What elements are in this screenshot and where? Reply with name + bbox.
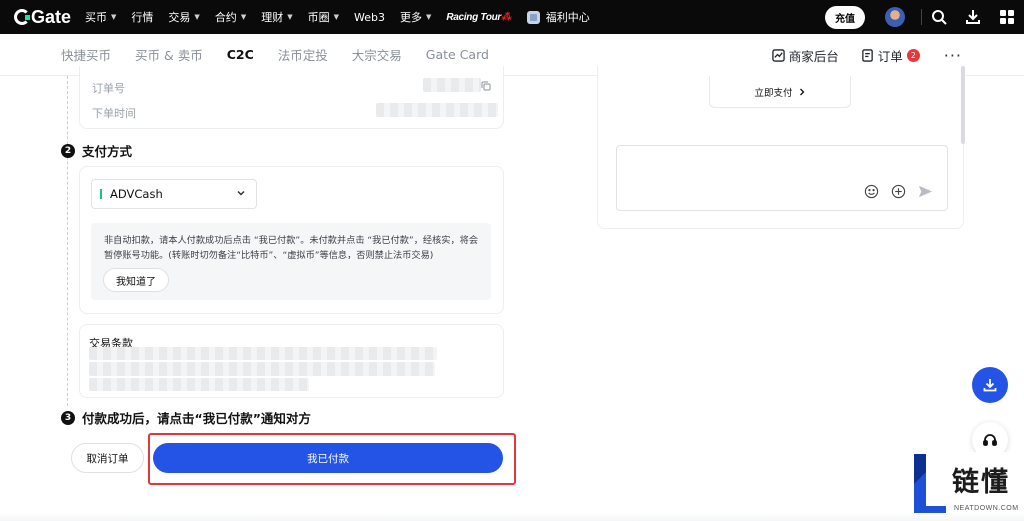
logo-text: Gate bbox=[31, 6, 72, 27]
welfare-label: 福利中心 bbox=[545, 11, 590, 24]
top-navbar: Gate 买币 ▼ 行情 交易 ▼ 合约 ▼ 理财 ▼ 币圈 ▼ Web3 更多 ▼ Rac… bbox=[0, 0, 1024, 34]
menu-label: 合约 bbox=[214, 11, 237, 24]
highlight-annotation bbox=[148, 433, 516, 485]
top-right-actions: 充值 bbox=[825, 0, 1024, 34]
tab-fiat-dca[interactable]: 法币定投 bbox=[278, 45, 328, 64]
payment-notice-text: 非自动扣款，请本人付款成功后点击 “我已付款”。未付款并点击 “我已付款”，经核… bbox=[104, 235, 479, 261]
menu-label: 更多 bbox=[399, 11, 422, 24]
tab-buy-sell[interactable]: 买币 & 卖币 bbox=[135, 45, 203, 64]
pay-now-button[interactable]: 立即支付 bbox=[709, 76, 851, 108]
menu-markets[interactable]: 行情 bbox=[131, 9, 153, 25]
watermark-l-icon bbox=[914, 454, 946, 518]
watermark-english-text: NEATDOWN.COM bbox=[954, 505, 1019, 512]
step2-number: 2 bbox=[61, 143, 75, 158]
floating-download-button[interactable] bbox=[972, 367, 1008, 403]
order-page: 订单号 下单时间 2 支付方式 ADVCash 非自动扣款，请本人付款成功后点击… bbox=[0, 66, 1024, 521]
chat-message-input[interactable] bbox=[616, 145, 948, 211]
merchant-backend-link[interactable]: 商家后台 bbox=[771, 46, 839, 65]
chevron-down-icon: ▼ bbox=[333, 13, 339, 21]
payment-method-card: ADVCash 非自动扣款，请本人付款成功后点击 “我已付款”。未付款并点击 “… bbox=[79, 166, 504, 314]
cancel-order-button[interactable]: 取消订单 bbox=[71, 443, 144, 473]
chart-icon bbox=[771, 48, 785, 62]
tab-c2c[interactable]: C2C bbox=[227, 47, 254, 62]
orders-count-badge: 2 bbox=[906, 48, 920, 62]
chevron-down-icon: ▼ bbox=[240, 13, 247, 21]
welfare-center-link[interactable]: 福利中心 bbox=[526, 9, 590, 25]
menu-futures[interactable]: 合约 ▼ bbox=[215, 9, 246, 25]
menu-label: 行情 bbox=[131, 11, 154, 24]
chat-scrollbar[interactable] bbox=[961, 66, 965, 144]
step2-title: 支付方式 bbox=[82, 144, 133, 159]
main-menu: 买币 ▼ 行情 交易 ▼ 合约 ▼ 理财 ▼ 币圈 ▼ Web3 更多 ▼ Racing T… bbox=[85, 0, 590, 34]
racing-tour-label: Racing Tour bbox=[446, 11, 502, 23]
gate-logo-icon bbox=[14, 9, 30, 25]
terms-text-redacted bbox=[89, 378, 309, 391]
step2-header: 2 支付方式 bbox=[61, 141, 132, 160]
bottom-edge bbox=[0, 513, 1024, 521]
menu-trade[interactable]: 交易 ▼ bbox=[168, 9, 199, 25]
terms-text-redacted bbox=[89, 347, 437, 360]
tab-gate-card[interactable]: Gate Card bbox=[426, 47, 489, 62]
pay-now-label: 立即支付 bbox=[754, 87, 793, 99]
orders-label: 订单 bbox=[877, 48, 903, 64]
chevron-down-icon: ▼ bbox=[194, 13, 200, 21]
step3-number: 3 bbox=[61, 410, 75, 425]
merchant-label: 商家后台 bbox=[788, 48, 839, 64]
add-attachment-icon[interactable] bbox=[891, 184, 906, 199]
tab-quick-buy[interactable]: 快捷买币 bbox=[61, 45, 111, 64]
search-icon[interactable] bbox=[922, 0, 956, 34]
order-time-value-redacted bbox=[376, 103, 498, 117]
deposit-button[interactable]: 充值 bbox=[825, 5, 865, 29]
checkered-flag-icon: ⁂ bbox=[501, 11, 511, 23]
more-options-icon[interactable]: ··· bbox=[944, 46, 962, 65]
chevron-down-icon: ▼ bbox=[111, 13, 117, 21]
send-icon[interactable] bbox=[918, 184, 933, 199]
menu-community[interactable]: 币圈 ▼ bbox=[308, 9, 339, 25]
menu-earn[interactable]: 理财 ▼ bbox=[261, 9, 292, 25]
payment-notice: 非自动扣款，请本人付款成功后点击 “我已付款”。未付款并点击 “我已付款”，经核… bbox=[91, 223, 491, 300]
order-info-card: 订单号 下单时间 bbox=[79, 66, 504, 129]
chevron-down-icon: ▼ bbox=[287, 13, 293, 21]
menu-label: 币圈 bbox=[307, 11, 330, 24]
menu-more[interactable]: 更多 ▼ bbox=[400, 9, 431, 25]
menu-buy-crypto[interactable]: 买币 ▼ bbox=[85, 9, 116, 25]
menu-label: Web3 bbox=[353, 10, 385, 24]
download-icon bbox=[983, 379, 997, 392]
order-no-value-redacted bbox=[423, 78, 481, 92]
step3-title: 付款成功后，请点击“我已付款”通知对方 bbox=[82, 411, 311, 426]
step-connector bbox=[67, 76, 68, 406]
orders-link[interactable]: 订单 2 bbox=[861, 46, 920, 65]
tab-block-trade[interactable]: 大宗交易 bbox=[352, 45, 402, 64]
document-icon bbox=[861, 48, 873, 62]
order-no-label: 订单号 bbox=[92, 82, 125, 95]
trade-terms-card: 交易条款 bbox=[79, 324, 504, 398]
method-color-bar bbox=[100, 189, 102, 199]
watermark-chinese-text: 链懂 bbox=[952, 467, 1010, 498]
grid-icon[interactable] bbox=[990, 0, 1024, 34]
chat-panel: 立即支付 bbox=[597, 66, 964, 229]
menu-label: 理财 bbox=[261, 11, 284, 24]
terms-text-redacted bbox=[89, 362, 435, 376]
headset-icon bbox=[983, 434, 997, 446]
chevron-down-icon bbox=[237, 190, 245, 196]
order-time-label: 下单时间 bbox=[92, 107, 136, 120]
emoji-icon[interactable] bbox=[864, 184, 879, 199]
step3-header: 3 付款成功后，请点击“我已付款”通知对方 bbox=[61, 408, 311, 427]
menu-web3[interactable]: Web3 bbox=[354, 11, 385, 24]
chevron-down-icon: ▼ bbox=[425, 13, 432, 21]
acknowledge-button[interactable]: 我知道了 bbox=[103, 268, 169, 292]
cube-icon bbox=[526, 10, 540, 24]
menu-label: 买币 bbox=[85, 11, 108, 24]
payment-method-value: ADVCash bbox=[110, 187, 163, 201]
menu-label: 交易 bbox=[168, 11, 191, 24]
chevron-right-icon bbox=[799, 88, 804, 95]
download-icon[interactable] bbox=[956, 0, 990, 34]
payment-method-select[interactable]: ADVCash bbox=[91, 179, 257, 209]
watermark-logo: 链懂 NEATDOWN.COM bbox=[910, 452, 1024, 521]
avatar[interactable] bbox=[885, 7, 905, 27]
racing-tour-link[interactable]: Racing Tour⁂ bbox=[446, 11, 511, 23]
copy-icon[interactable] bbox=[481, 81, 491, 91]
gate-logo[interactable]: Gate bbox=[14, 7, 71, 28]
